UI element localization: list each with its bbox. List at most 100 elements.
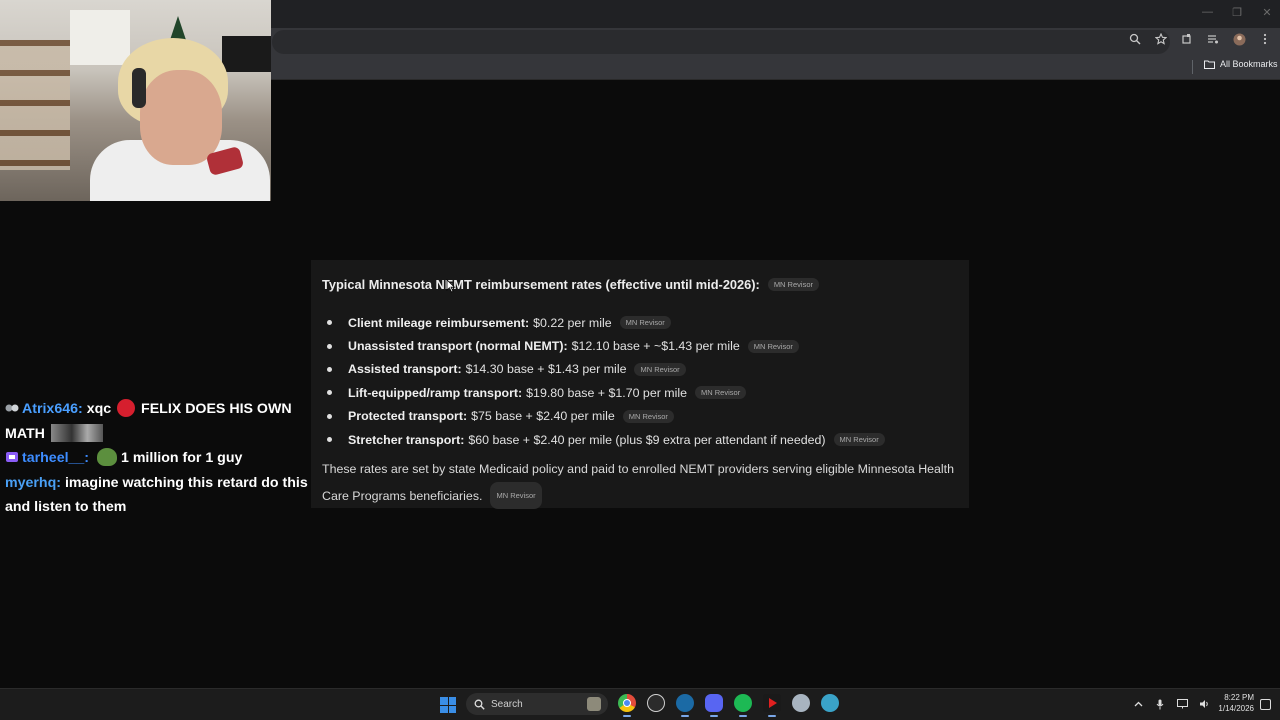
mouse-cursor-icon (446, 279, 456, 293)
subscriber-badge-icon (6, 452, 18, 462)
restore-button[interactable]: ❐ (1232, 6, 1242, 19)
spotify-icon[interactable] (734, 694, 752, 717)
rate-label: Client mileage reimbursement: (348, 315, 530, 330)
webcam-window (70, 10, 130, 65)
github-icon[interactable] (647, 694, 665, 712)
steam-icon[interactable] (676, 694, 694, 717)
search-input[interactable] (491, 698, 581, 710)
source-badge[interactable]: MN Revisor (490, 481, 542, 509)
media-icon[interactable] (1206, 32, 1220, 46)
rate-item: Client mileage reimbursement: $0.22 per m… (327, 311, 885, 334)
source-badge[interactable]: MN Revisor (634, 362, 686, 376)
discord-icon[interactable] (705, 694, 723, 717)
chat-message: Atrix646: xqc FELIX DOES HIS OWN MATH (5, 397, 310, 446)
chatter-badge-icon (5, 404, 19, 412)
chat-username[interactable]: myerhq: (5, 475, 61, 491)
rate-item: Protected transport: $75 base + $2.40 per… (327, 405, 885, 428)
settings-icon[interactable] (792, 694, 810, 712)
taskbar-apps (618, 694, 839, 717)
rate-label: Stretcher transport: (348, 432, 465, 447)
source-badge[interactable]: MN Revisor (619, 316, 671, 330)
microphone-icon[interactable] (1154, 698, 1166, 710)
address-bar[interactable] (272, 30, 1170, 54)
display-icon[interactable] (1176, 698, 1188, 710)
panel-footer-text: These rates are set by state Medicaid po… (322, 462, 955, 503)
rate-item: Unassisted transport (normal NEMT): $12.1… (327, 334, 885, 357)
menu-icon[interactable] (1258, 32, 1272, 46)
panel-title: Typical Minnesota NEMT reimbursement rat… (322, 277, 819, 292)
bullet (327, 413, 332, 419)
search-icon (474, 699, 485, 710)
rate-item: Lift-equipped/ramp transport: $19.80 base… (327, 381, 885, 404)
start-tile (440, 697, 448, 705)
webcam-shelf (0, 40, 70, 170)
rate-label: Unassisted transport (normal NEMT): (348, 339, 568, 354)
zoom-icon[interactable] (1128, 32, 1142, 46)
chat-overlay: Atrix646: xqc FELIX DOES HIS OWN MATH ta… (5, 397, 310, 520)
folder-icon (1204, 60, 1215, 69)
source-badge[interactable]: MN Revisor (695, 386, 747, 400)
bullet (327, 437, 332, 443)
media-player-icon[interactable] (763, 694, 781, 717)
frog-emote-icon (96, 448, 117, 466)
taskbar-clock[interactable]: 8:22 PM 1/14/2026 (1212, 692, 1254, 714)
clock-time: 8:22 PM (1224, 693, 1254, 702)
chat-message: tarheel__: 1 million for 1 guy (5, 446, 310, 471)
star-icon[interactable] (1154, 32, 1168, 46)
rate-value: $75 base + $2.40 per mile (471, 409, 615, 424)
image-emote-icon (50, 423, 103, 442)
webcam-tv (222, 36, 271, 72)
rate-value: $0.22 per mile (533, 315, 612, 330)
rate-item: Stretcher transport: $60 base + $2.40 per… (327, 428, 885, 451)
chat-username[interactable]: Atrix646: (22, 401, 83, 417)
notification-icon[interactable] (1260, 699, 1271, 710)
bullet (327, 343, 332, 349)
bullet (327, 320, 332, 326)
source-badge[interactable]: MN Revisor (833, 433, 885, 447)
chevron-up-icon[interactable] (1132, 698, 1144, 710)
source-badge[interactable]: MN Revisor (747, 339, 799, 353)
rate-item: Assisted transport: $14.30 base + $1.43 p… (327, 358, 885, 381)
start-tile (440, 705, 448, 713)
close-button[interactable]: ✕ (1262, 6, 1272, 19)
play-triangle (769, 698, 777, 708)
rate-label: Protected transport: (348, 409, 468, 424)
source-badge[interactable]: MN Revisor (622, 409, 674, 423)
clock-date: 1/14/2026 (1218, 704, 1254, 713)
minimize-button[interactable]: — (1202, 6, 1213, 19)
start-tile (448, 705, 456, 713)
bullet (327, 390, 332, 396)
start-tile (448, 697, 456, 705)
chrome-center (623, 699, 631, 707)
chrome-icon[interactable] (618, 694, 636, 717)
rate-value: $12.10 base + ~$1.43 per mile (571, 339, 740, 354)
chat-text: xqc (86, 401, 112, 417)
all-bookmarks-button[interactable]: All Bookmarks (1204, 59, 1278, 69)
extensions-icon[interactable] (1180, 32, 1194, 46)
chat-text: 1 million for 1 guy (120, 450, 243, 466)
system-tray (1132, 698, 1210, 710)
rate-list: Client mileage reimbursement: $0.22 per m… (327, 311, 885, 451)
rate-value: $60 base + $2.40 per mile (plus $9 extra… (468, 432, 826, 447)
search-highlight-icon (587, 697, 601, 711)
volume-icon[interactable] (1198, 698, 1210, 710)
taskbar-search[interactable] (466, 693, 608, 715)
panel-title-text: Typical Minnesota NEMT reimbursement rat… (322, 277, 760, 292)
bookmarks-separator (1192, 60, 1193, 74)
webcam-overlay (0, 0, 271, 201)
rates-panel: Typical Minnesota NEMT reimbursement rat… (311, 260, 969, 509)
browser-globe-icon[interactable] (821, 694, 839, 712)
panel-footer: These rates are set by state Medicaid po… (322, 458, 962, 509)
source-badge[interactable]: MN Revisor (767, 278, 819, 291)
chat-message: myerhq: imagine watching this retard do … (5, 471, 310, 520)
rate-value: $19.80 base + $1.70 per mile (526, 385, 688, 400)
chat-username[interactable]: tarheel__: (22, 450, 89, 466)
window-controls: — ❐ ✕ (1202, 6, 1272, 19)
red-circle-emote-icon (117, 399, 136, 417)
rate-label: Assisted transport: (348, 362, 462, 377)
webcam-face (140, 70, 222, 165)
rate-label: Lift-equipped/ramp transport: (348, 385, 523, 400)
profile-icon[interactable] (1232, 32, 1246, 46)
start-button[interactable] (440, 697, 456, 713)
webcam-headphone (132, 68, 146, 108)
